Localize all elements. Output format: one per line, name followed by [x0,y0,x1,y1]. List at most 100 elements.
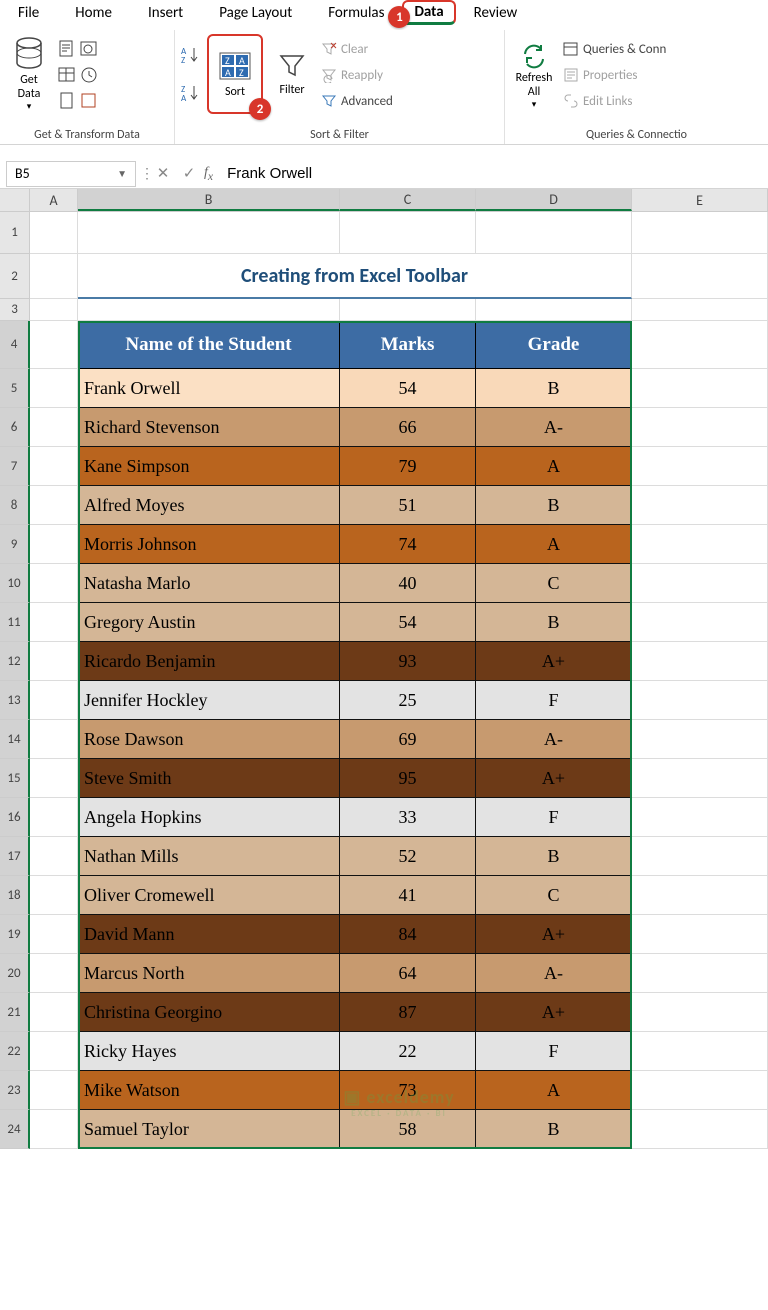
student-name-cell[interactable]: Gregory Austin [78,603,340,642]
cell[interactable] [476,212,632,254]
row-header-6[interactable]: 6 [0,408,30,447]
cell[interactable] [632,759,768,798]
cell[interactable] [30,254,78,299]
row-header-9[interactable]: 9 [0,525,30,564]
tab-insert[interactable]: Insert [130,0,201,30]
student-marks-cell[interactable]: 41 [340,876,476,915]
student-marks-cell[interactable]: 58 [340,1110,476,1149]
student-name-cell[interactable]: Morris Johnson [78,525,340,564]
tab-page-layout[interactable]: Page Layout [201,0,310,30]
row-header-18[interactable]: 18 [0,876,30,915]
student-marks-cell[interactable]: 33 [340,798,476,837]
row-header-4[interactable]: 4 [0,321,30,369]
col-header-C[interactable]: C [340,189,476,211]
from-text-button[interactable] [58,38,98,60]
student-marks-cell[interactable]: 22 [340,1032,476,1071]
cell[interactable] [340,212,476,254]
student-name-cell[interactable]: David Mann [78,915,340,954]
cell[interactable] [632,642,768,681]
cell[interactable] [30,915,78,954]
cell[interactable] [632,993,768,1032]
cell[interactable] [632,1110,768,1149]
confirm-edit-button[interactable]: ✓ [176,164,202,183]
student-marks-cell[interactable]: 25 [340,681,476,720]
cell[interactable] [30,212,78,254]
student-grade-cell[interactable]: B [476,1110,632,1149]
student-grade-cell[interactable]: B [476,369,632,408]
student-grade-cell[interactable]: B [476,486,632,525]
student-marks-cell[interactable]: 54 [340,369,476,408]
row-header-22[interactable]: 22 [0,1032,30,1071]
student-marks-cell[interactable]: 79 [340,447,476,486]
clear-filter-button[interactable]: Clear [321,38,393,60]
cell[interactable] [632,321,768,369]
sort-asc-button[interactable]: AZ [181,44,201,66]
student-name-cell[interactable]: Christina Georgino [78,993,340,1032]
formula-input[interactable] [221,163,768,184]
cell[interactable] [30,447,78,486]
student-name-cell[interactable]: Jennifer Hockley [78,681,340,720]
cell[interactable] [30,720,78,759]
fx-icon[interactable]: fx [204,165,213,183]
student-grade-cell[interactable]: A+ [476,759,632,798]
student-name-cell[interactable]: Frank Orwell [78,369,340,408]
cell[interactable] [78,212,340,254]
student-name-cell[interactable]: Nathan Mills [78,837,340,876]
student-grade-cell[interactable]: A- [476,408,632,447]
cell[interactable] [632,299,768,321]
row-header-2[interactable]: 2 [0,254,30,299]
from-table-button[interactable] [58,64,98,86]
cell[interactable] [632,876,768,915]
student-marks-cell[interactable]: 87 [340,993,476,1032]
cell[interactable] [30,1110,78,1149]
student-grade-cell[interactable]: F [476,798,632,837]
student-name-cell[interactable]: Rose Dawson [78,720,340,759]
cell[interactable]: Name of the Student [78,321,340,369]
cell[interactable] [30,954,78,993]
cell[interactable] [632,681,768,720]
student-name-cell[interactable]: Mike Watson [78,1071,340,1110]
cell[interactable] [30,299,78,321]
tab-home[interactable]: Home [57,0,130,30]
cell[interactable] [632,564,768,603]
col-header-D[interactable]: D [476,189,632,211]
cell[interactable] [632,486,768,525]
cell[interactable] [632,1032,768,1071]
student-marks-cell[interactable]: 95 [340,759,476,798]
student-grade-cell[interactable]: A [476,1071,632,1110]
row-header-1[interactable]: 1 [0,212,30,254]
student-grade-cell[interactable]: B [476,603,632,642]
row-header-11[interactable]: 11 [0,603,30,642]
col-header-E[interactable]: E [632,189,768,211]
cell[interactable] [632,603,768,642]
cell[interactable] [30,759,78,798]
row-header-3[interactable]: 3 [0,299,30,321]
row-header-16[interactable]: 16 [0,798,30,837]
cell[interactable] [632,954,768,993]
student-marks-cell[interactable]: 64 [340,954,476,993]
student-name-cell[interactable]: Ricardo Benjamin [78,642,340,681]
student-grade-cell[interactable]: B [476,837,632,876]
student-grade-cell[interactable]: A+ [476,915,632,954]
row-header-19[interactable]: 19 [0,915,30,954]
student-marks-cell[interactable]: 74 [340,525,476,564]
row-header-23[interactable]: 23 [0,1071,30,1110]
student-marks-cell[interactable]: 40 [340,564,476,603]
student-marks-cell[interactable]: 73 [340,1071,476,1110]
cell[interactable] [632,837,768,876]
cell[interactable] [30,603,78,642]
row-header-17[interactable]: 17 [0,837,30,876]
refresh-all-button[interactable]: Refresh All▾ [511,34,557,114]
student-grade-cell[interactable]: F [476,681,632,720]
cell[interactable] [632,525,768,564]
cell[interactable] [632,915,768,954]
row-header-12[interactable]: 12 [0,642,30,681]
col-header-B[interactable]: B [78,189,340,211]
row-header-20[interactable]: 20 [0,954,30,993]
cell[interactable]: Marks [340,321,476,369]
student-name-cell[interactable]: Samuel Taylor [78,1110,340,1149]
row-header-15[interactable]: 15 [0,759,30,798]
reapply-button[interactable]: Reapply [321,64,393,86]
row-header-8[interactable]: 8 [0,486,30,525]
properties-button[interactable]: Properties [563,64,666,86]
